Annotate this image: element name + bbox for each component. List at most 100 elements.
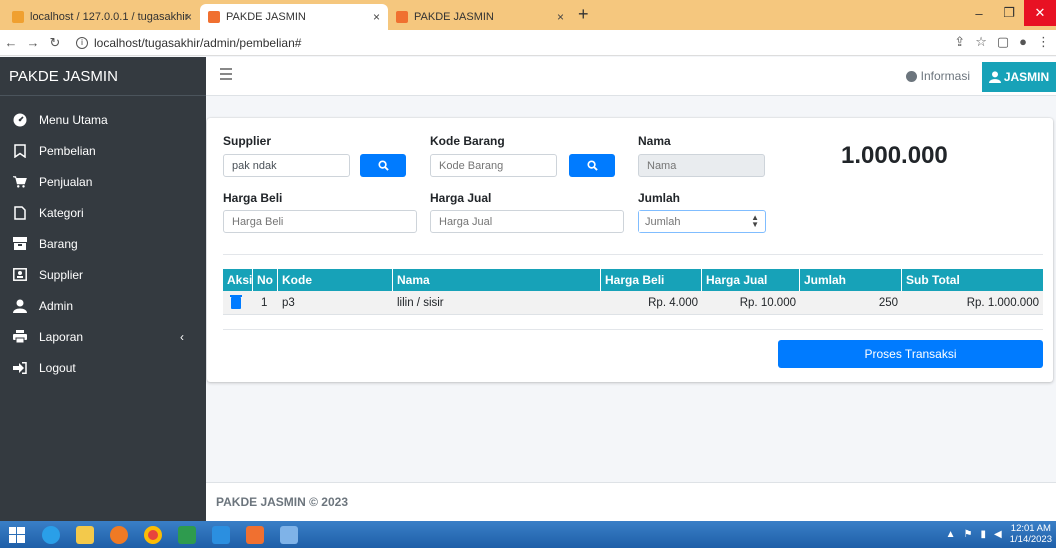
browser-menu-icon[interactable]: ⋮ [1037,34,1050,50]
back-icon[interactable]: ← [0,35,22,50]
sidebar-item-kategori[interactable]: Kategori [0,197,206,228]
dashboard-icon [13,113,27,127]
user-icon [13,299,27,313]
nama-label: Nama [638,134,671,148]
clock[interactable]: 12:01 AM 1/14/2023 [1010,523,1052,545]
firefox-taskbar-icon[interactable] [102,522,136,547]
maximize-button[interactable]: ❐ [994,0,1024,26]
supplier-input[interactable] [223,154,350,177]
xampp-icon [396,11,408,23]
close-tab-icon[interactable]: × [185,10,192,24]
address-bar: ← → ↻ i localhost/tugasakhir/admin/pembe… [0,30,1056,56]
flag-icon[interactable]: ⚑ [964,529,973,540]
divider [223,254,1043,255]
sidebar-item-pembelian[interactable]: Pembelian [0,135,206,166]
windows-logo-icon [9,526,25,543]
tray-chevron-icon[interactable]: ▲ [946,529,956,540]
row-sub-total: Rp. 1.000.000 [966,296,1039,309]
jumlah-label: Jumlah [638,191,681,205]
tab-search-icon[interactable]: ▢ [997,34,1009,50]
window-controls: – ❐ ✕ [964,0,1056,26]
browser-tab-pakde-jasmin[interactable]: PAKDE JASMIN × [388,4,572,30]
search-icon [586,160,598,171]
col-aksi: Aksi [223,269,253,291]
supplier-search-button[interactable] [360,154,406,177]
row-nama: lilin / sisir [397,296,444,309]
col-harga-beli: Harga Beli [601,269,702,291]
col-nama: Nama [393,269,601,291]
gear-icon [905,70,917,82]
chrome-taskbar-icon[interactable] [136,522,170,547]
proses-transaksi-button[interactable]: Proses Transaksi [778,340,1043,368]
harga-beli-label: Harga Beli [223,191,283,205]
brand-link[interactable]: PAKDE JASMIN [0,57,206,96]
file-explorer-taskbar-icon[interactable] [68,522,102,547]
sidebar-item-logout[interactable]: Logout [0,352,206,383]
kode-barang-input[interactable] [430,154,557,177]
number-stepper-icon[interactable]: ▲ ▼ [751,214,759,229]
row-harga-beli: Rp. 4.000 [648,296,698,309]
new-tab-button[interactable]: + [578,4,589,25]
bookmark-star-icon[interactable]: ☆ [975,34,987,50]
store-taskbar-icon[interactable] [170,522,204,547]
row-kode: p3 [282,296,295,309]
volume-icon[interactable]: ◀ [994,529,1002,540]
site-info-icon[interactable]: i [76,36,88,49]
vscode-taskbar-icon[interactable] [204,522,238,547]
row-no: 1 [261,296,268,309]
sidebar-item-menu-utama[interactable]: Menu Utama [0,104,206,135]
browser-tab-bar: localhost / 127.0.0.1 / tugasakhir × PAK… [0,0,1056,30]
items-table-header: Aksi No Kode Nama Harga Beli Harga Jual … [223,269,1043,291]
hamburger-menu-icon[interactable] [220,68,232,80]
row-harga-jual: Rp. 10.000 [739,296,796,309]
file-icon [13,205,27,220]
jumlah-input[interactable] [639,211,739,232]
col-jumlah: Jumlah [800,269,902,291]
profile-icon[interactable]: ● [1019,34,1027,50]
page-footer: PAKDE JASMIN © 2023 [206,482,1056,521]
grand-total: 1.000.000 [841,142,948,169]
minimize-button[interactable]: – [964,0,994,26]
divider [223,329,1043,330]
sidebar-item-penjualan[interactable]: Penjualan [0,166,206,197]
sidebar-item-laporan[interactable]: Laporan ‹ [0,321,206,352]
harga-beli-input[interactable] [223,210,417,233]
pembelian-card: Supplier Kode Barang Nama 1.000.000 Harg… [207,118,1053,382]
browser-toolbar-right: ⇪ ☆ ▢ ● ⋮ [954,34,1050,50]
close-tab-icon[interactable]: × [557,10,564,24]
reload-icon[interactable]: ↻ [44,35,66,51]
share-icon[interactable]: ⇪ [954,34,965,50]
delete-button[interactable] [223,291,253,314]
sidebar-item-supplier[interactable]: Supplier [0,259,206,290]
sidebar-item-admin[interactable]: Admin [0,290,206,321]
row-jumlah: 250 [878,296,898,309]
app-taskbar-icon[interactable] [272,522,306,547]
browser-tab-pakde-jasmin-active[interactable]: PAKDE JASMIN × [200,4,388,30]
windows-taskbar: ▲ ⚑ ▮ ◀ 12:01 AM 1/14/2023 [0,521,1056,548]
phpmyadmin-icon [12,11,24,23]
browser-tab-phpmyadmin[interactable]: localhost / 127.0.0.1 / tugasakhir × [4,4,200,30]
network-icon[interactable]: ▮ [981,529,987,540]
top-navbar: Informasi JASMIN [206,57,1056,96]
kode-barang-search-button[interactable] [569,154,615,177]
supplier-label: Supplier [223,134,272,148]
informasi-link[interactable]: Informasi [905,69,970,83]
harga-jual-input[interactable] [430,210,624,233]
xampp-taskbar-icon[interactable] [238,522,272,547]
forward-icon[interactable]: → [22,35,44,50]
table-row: 1 p3 lilin / sisir Rp. 4.000 Rp. 10.000 … [223,291,1043,315]
box-icon [13,237,27,251]
internet-explorer-taskbar-icon[interactable] [34,522,68,547]
start-button[interactable] [0,522,34,547]
sidebar-menu: Menu Utama Pembelian Penjualan Kategori … [0,96,206,383]
user-button[interactable]: JASMIN [982,62,1056,92]
search-icon [377,160,389,171]
jumlah-number-field[interactable]: ▲▼ [638,210,766,233]
trash-icon [230,294,242,309]
user-icon [988,71,1001,83]
sidebar-item-barang[interactable]: Barang [0,228,206,259]
url-field[interactable]: i localhost/tugasakhir/admin/pembelian# [76,36,301,50]
nama-input [638,154,765,177]
window-close-button[interactable]: ✕ [1024,0,1056,26]
close-tab-icon[interactable]: × [373,10,380,24]
